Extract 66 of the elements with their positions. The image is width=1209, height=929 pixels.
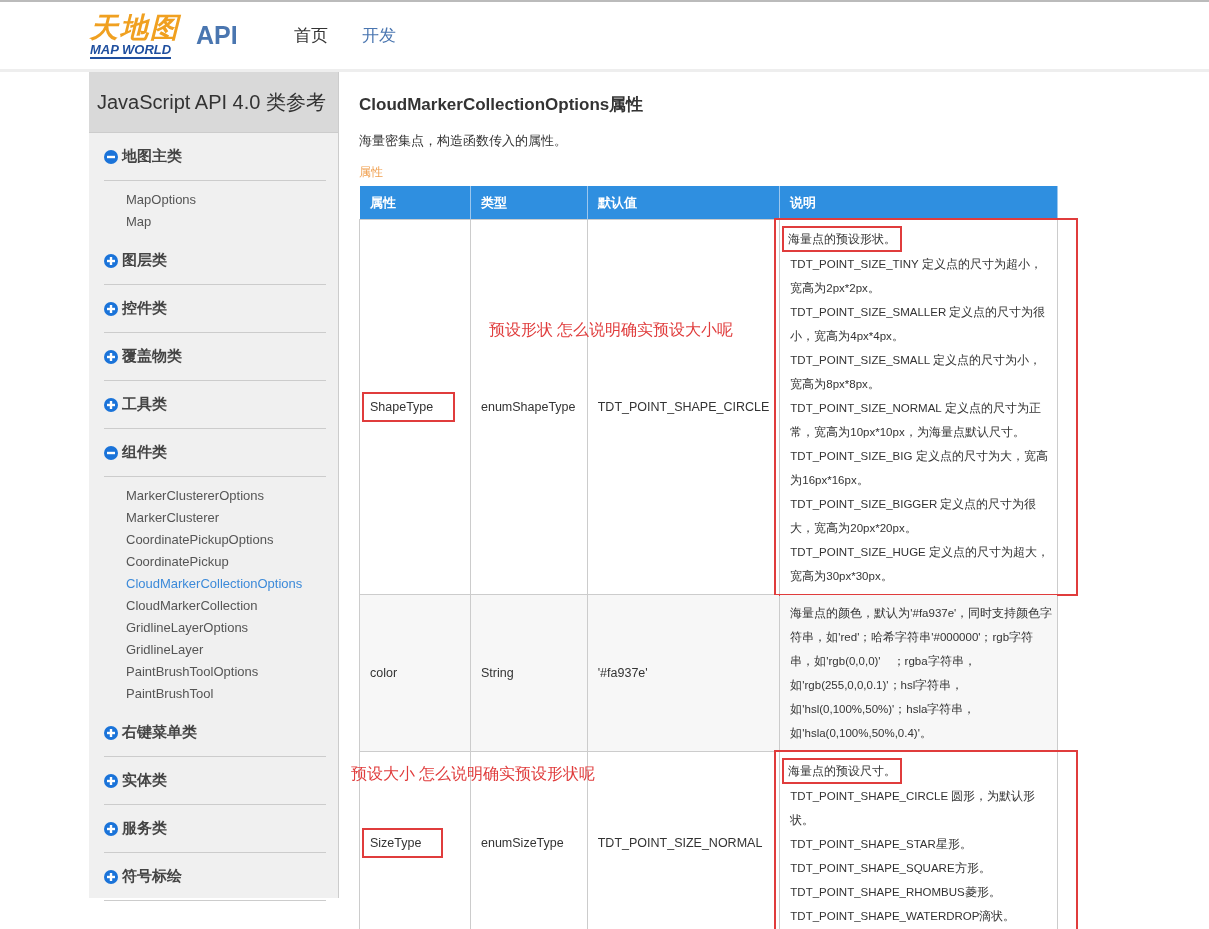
plus-circle-icon [104,397,118,412]
nav-link[interactable]: 开发 [361,24,396,47]
description-text: TDT_POINT_SIZE_SMALL 定义点的尺寸为小，宽高为8px*8px。 [790,354,1042,390]
page-title: CloudMarkerCollectionOptions属性 [359,94,645,116]
sidebar-group-header[interactable]: 覆盖物类 [104,333,326,381]
description-text: 海量点的颜色，默认为'#fa937e'，同时支持颜色字符串，如'red'；哈希字符串'#000000'；rgb字符串，如'rgb(0,0,0)' ；rgba字符串，如'rgb(255,0,0,0.1)'；hsl字符串，如'hsl(0,100%,50%)'；hsla字符串，如'hsla(0,100%,50%,0.4)'。 [790,607,1053,739]
nav-link[interactable]: 首页 [293,24,328,47]
section-label: 属性 [359,164,384,180]
sidebar-item[interactable]: MarkerClustererOptions [126,485,326,507]
column-header: 默认值 [587,186,780,220]
property-name: SizeType [362,828,444,858]
description-text: TDT_POINT_SIZE_NORMAL 定义点的尺寸为正常，宽高为10px*10px，为海量点默认尺寸。 [790,402,1041,438]
description-text: TDT_POINT_SHAPE_CIRCLE 圆形，为默认形状。 [790,790,1036,826]
sidebar-group-header[interactable]: 符号标绘 [104,853,326,901]
annotation-text: 预设大小 怎么说明确实预设形状呢 [351,764,596,784]
sidebar-group-header[interactable]: 控件类 [104,285,326,333]
sidebar-item[interactable]: GridlineLayer [126,639,326,661]
plus-circle-icon [104,821,118,836]
column-header: 说明 [779,186,1058,220]
sidebar-group-header[interactable]: 工具类 [104,381,326,429]
plus-circle-icon [104,725,118,740]
table-cell: String [470,594,588,752]
sidebar-group-header[interactable]: 实体类 [104,757,326,805]
sidebar-item[interactable]: GridlineLayerOptions [126,617,326,639]
column-header: 类型 [470,186,588,220]
property-name: ShapeType [362,392,456,422]
sidebar-group-header[interactable]: 右键菜单类 [104,709,326,757]
sidebar-group-header[interactable]: 图层类 [104,237,326,285]
sidebar-item[interactable]: PaintBrushTool [126,683,326,705]
minus-circle-icon [104,445,118,460]
description-text: TDT_POINT_SHAPE_SQUARE方形。 [790,862,991,874]
sidebar-group-header[interactable]: 组件类 [104,429,326,477]
description-text: TDT_POINT_SIZE_BIGGER 定义点的尺寸为很大，宽高为20px*20px。 [790,498,1037,534]
plus-circle-icon [104,869,118,884]
description-text: TDT_POINT_SHAPE_STAR星形。 [790,838,972,850]
plus-circle-icon [104,301,118,316]
column-header: 属性 [359,186,471,220]
plus-circle-icon [104,349,118,364]
logo-text: 天地图 [90,12,180,43]
product-name: API [196,21,238,50]
sidebar-item[interactable]: Map [126,211,326,233]
description-text: 海量点的预设形状。 [782,226,903,252]
sidebar-group-header[interactable]: 服务类 [104,805,326,853]
property-name: color [370,666,398,680]
sidebar-title: JavaScript API 4.0 类参考 [89,72,338,133]
annotation-text: 预设形状 怎么说明确实预设大小呢 [489,320,734,340]
sidebar-item[interactable]: CoordinatePickup [126,551,326,573]
table-cell: '#fa937e' [587,594,780,752]
sidebar-item[interactable]: PaintBrushToolOptions [126,661,326,683]
sidebar-item[interactable]: MapOptions [126,189,326,211]
description-text: TDT_POINT_SIZE_BIG 定义点的尺寸为大，宽高为16px*16px。 [790,450,1048,486]
sidebar-group-header[interactable]: 地图主类 [104,133,326,181]
description-text: TDT_POINT_SIZE_SMALLER 定义点的尺寸为很小，宽高为4px*4px。 [790,306,1046,342]
logo-subtitle: MAP WORLD [90,42,172,59]
description-text: TDT_POINT_SIZE_HUGE 定义点的尺寸为超大，宽高为30px*30px。 [790,546,1049,582]
description-text: TDT_POINT_SHAPE_RHOMBUS菱形。 [790,886,1001,898]
sidebar-item[interactable]: CoordinatePickupOptions [126,529,326,551]
description-text: TDT_POINT_SHAPE_WATERDROP滴状。 [790,910,1016,922]
sidebar-item[interactable]: CloudMarkerCollection [126,595,326,617]
plus-circle-icon [104,773,118,788]
description-text: TDT_POINT_SIZE_TINY 定义点的尺寸为超小，宽高为2px*2px。 [790,258,1042,294]
plus-circle-icon [104,253,118,268]
sidebar-item[interactable]: MarkerClusterer [126,507,326,529]
page-description: 海量密集点，构造函数传入的属性。 [359,132,568,150]
description-text: 海量点的预设尺寸。 [782,758,903,784]
minus-circle-icon [104,149,118,164]
